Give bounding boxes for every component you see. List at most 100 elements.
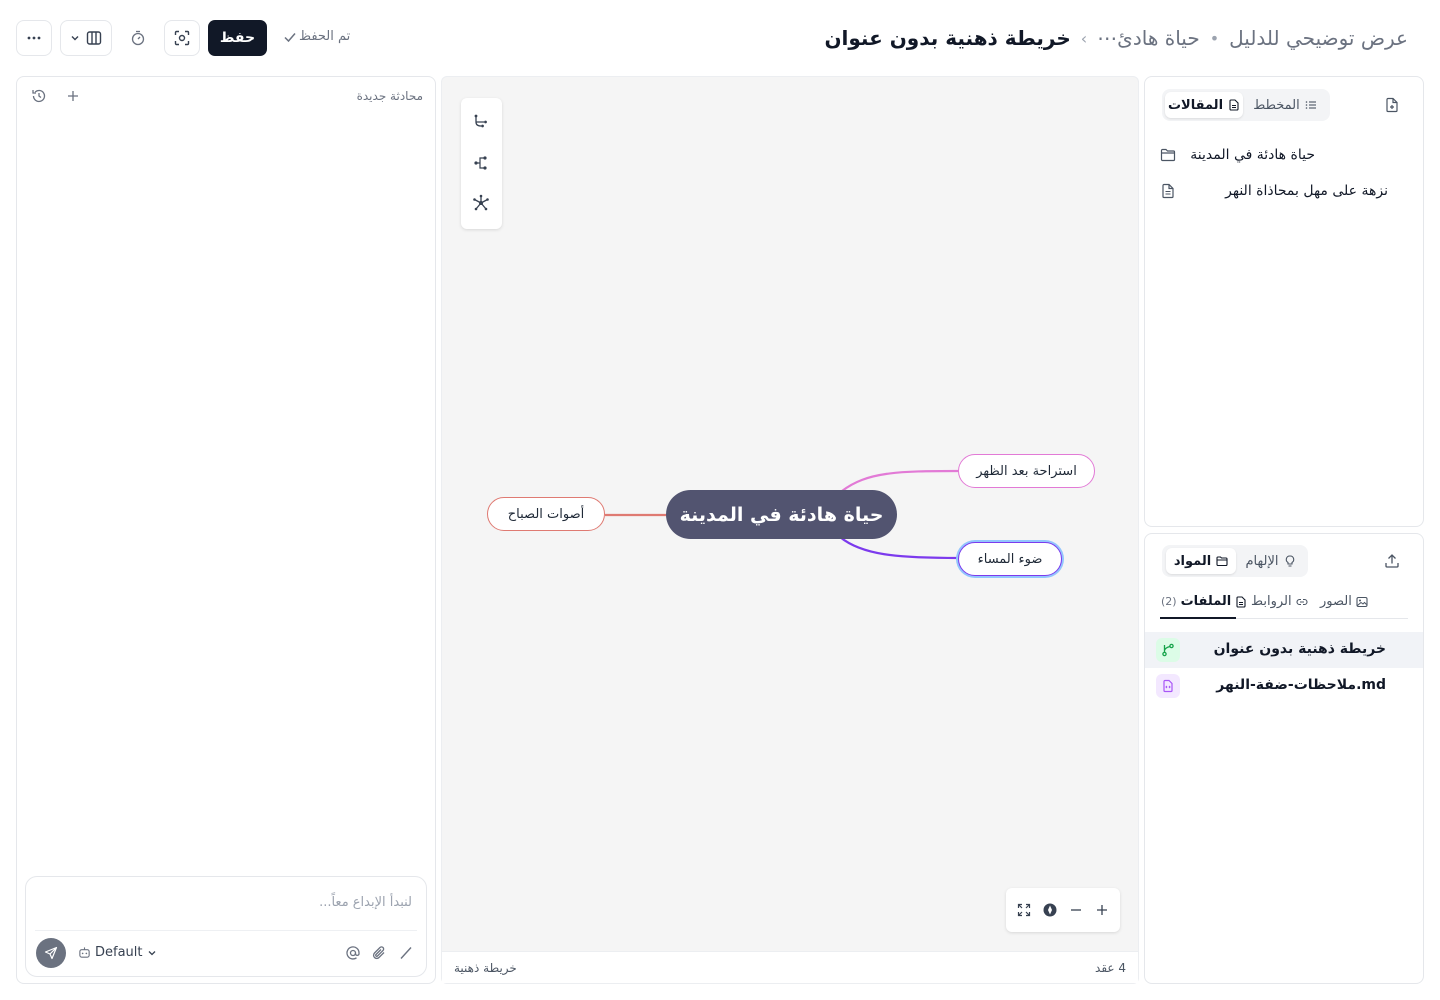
saved-status: تم الحفظ (283, 29, 350, 44)
file-row[interactable]: ملاحظات-ضفة-النهر.md (1145, 668, 1423, 704)
save-button[interactable]: حفظ (208, 20, 267, 56)
file-icon (1235, 595, 1247, 608)
timer-icon (130, 30, 146, 46)
chat-composer: لنبدأ الإبداع معاً... Default (25, 876, 427, 977)
fit-view-button[interactable] (1014, 900, 1034, 920)
saved-status-label: تم الحفظ (299, 29, 351, 44)
mindmap-file-icon (1161, 643, 1175, 657)
tab-inspiration-label: الإلهام (1245, 553, 1279, 569)
layout-dropdown[interactable] (60, 20, 112, 56)
command-button[interactable] (398, 945, 414, 961)
import-button[interactable] (1384, 97, 1400, 113)
chevron-down-icon (70, 33, 80, 43)
subtab-files-label: الملفات (1180, 594, 1232, 609)
new-chat-button[interactable] (65, 88, 81, 104)
subtab-links[interactable]: الروابط (1251, 594, 1308, 609)
root-node[interactable]: حياة هادئة في المدينة (666, 490, 897, 539)
more-icon (26, 30, 42, 46)
outline-item-label: نزهة على مهل بمحاذاة النهر (1225, 183, 1388, 199)
breadcrumb-chevron: › (1080, 28, 1088, 48)
model-selector[interactable]: Default (78, 945, 157, 960)
breadcrumb-separator: • (1209, 28, 1220, 48)
file-badge (1156, 674, 1180, 698)
columns-icon (86, 30, 102, 46)
plus-icon (65, 88, 81, 104)
paperclip-icon (371, 945, 387, 961)
navigator-button[interactable] (1040, 900, 1060, 920)
mention-button[interactable] (345, 945, 361, 961)
focus-icon (174, 30, 190, 46)
upload-icon (1384, 553, 1400, 569)
materials-tabs: المواد الإلهام (1162, 545, 1308, 577)
node-count: 4 عقد (1095, 961, 1126, 975)
file-name: خريطة ذهنية بدون عنوان (1213, 641, 1386, 657)
file-import-icon (1384, 97, 1400, 113)
send-icon (44, 946, 58, 960)
subtab-files[interactable]: الملفات (2) (1161, 594, 1247, 609)
send-button[interactable] (36, 938, 66, 968)
outline-item-folder[interactable]: حياة هادئة في المدينة (1145, 140, 1423, 172)
document-type-label: خريطة ذهنية (454, 961, 517, 975)
link-icon (1296, 596, 1308, 608)
breadcrumb-folder[interactable]: حياة هادئ⋯ (1097, 26, 1200, 50)
list-icon (1305, 99, 1317, 111)
file-name: ملاحظات-ضفة-النهر.md (1216, 677, 1386, 693)
tab-materials[interactable]: المواد (1166, 548, 1236, 574)
zoom-out-button[interactable] (1066, 900, 1086, 920)
folder-icon (1160, 147, 1176, 163)
canvas-footer: خريطة ذهنية 4 عقد (442, 951, 1138, 983)
file-row[interactable]: خريطة ذهنية بدون عنوان (1145, 632, 1423, 668)
history-icon (31, 88, 47, 104)
page-title[interactable]: خريطة ذهنية بدون عنوان (824, 26, 1070, 50)
subtab-links-label: الروابط (1251, 594, 1292, 609)
tab-articles-icon (1228, 99, 1240, 111)
subtabs-divider (1236, 618, 1408, 619)
tab-articles-label: المقالات (1167, 97, 1224, 113)
lightbulb-icon (1284, 555, 1296, 567)
subtab-images-label: الصور (1320, 594, 1352, 609)
minus-icon (1069, 903, 1083, 917)
chevron-down-icon (147, 948, 157, 958)
document-icon (1160, 183, 1176, 199)
compass-icon (1042, 902, 1058, 918)
subtab-files-count: (2) (1161, 595, 1177, 608)
edge-afternoon (841, 469, 960, 492)
chat-input[interactable]: لنبدأ الإبداع معاً... (319, 895, 412, 910)
breadcrumb: عرض توضيحي للدليل • حياة هادئ⋯ › خريطة ذ… (824, 26, 1408, 50)
node-evening[interactable]: ضوء المساء (958, 542, 1062, 576)
tab-articles[interactable]: المقالات (1165, 92, 1243, 118)
more-button[interactable] (16, 20, 52, 56)
outline-item-article[interactable]: نزهة على مهل بمحاذاة النهر (1145, 176, 1423, 208)
robot-icon (78, 946, 91, 959)
timer-button[interactable] (120, 20, 156, 56)
outline-tabs: المقالات المخطط (1162, 89, 1330, 121)
file-badge (1156, 638, 1180, 662)
code-file-icon (1161, 679, 1175, 693)
mindmap-canvas[interactable]: حياة هادئة في المدينة استراحة بعد الظهر … (441, 76, 1139, 984)
check-icon (283, 30, 297, 44)
subtab-images[interactable]: الصور (1320, 594, 1368, 609)
zoom-in-button[interactable] (1092, 900, 1112, 920)
upload-button[interactable] (1384, 553, 1400, 569)
plus-icon (1095, 903, 1109, 917)
expand-icon (1017, 903, 1031, 917)
focus-button[interactable] (164, 20, 200, 56)
attach-button[interactable] (371, 945, 387, 961)
folder-open-icon (1216, 555, 1228, 567)
tab-outline-label: المخطط (1253, 97, 1300, 113)
outline-item-label: حياة هادئة في المدينة (1190, 147, 1315, 163)
node-afternoon[interactable]: استراحة بعد الظهر (958, 454, 1095, 488)
node-morning[interactable]: أصوات الصباح (487, 497, 605, 531)
slash-icon (398, 945, 414, 961)
subtab-indicator (1160, 617, 1236, 619)
history-button[interactable] (31, 88, 47, 104)
tab-inspiration[interactable]: الإلهام (1238, 548, 1303, 574)
image-icon (1356, 596, 1368, 608)
chat-title: محادثة جديدة (356, 89, 423, 103)
at-icon (345, 945, 361, 961)
breadcrumb-root[interactable]: عرض توضيحي للدليل (1229, 26, 1408, 50)
composer-divider (35, 930, 417, 931)
tab-outline[interactable]: المخطط (1245, 92, 1325, 118)
model-label: Default (95, 945, 143, 960)
zoom-controls (1006, 888, 1120, 932)
